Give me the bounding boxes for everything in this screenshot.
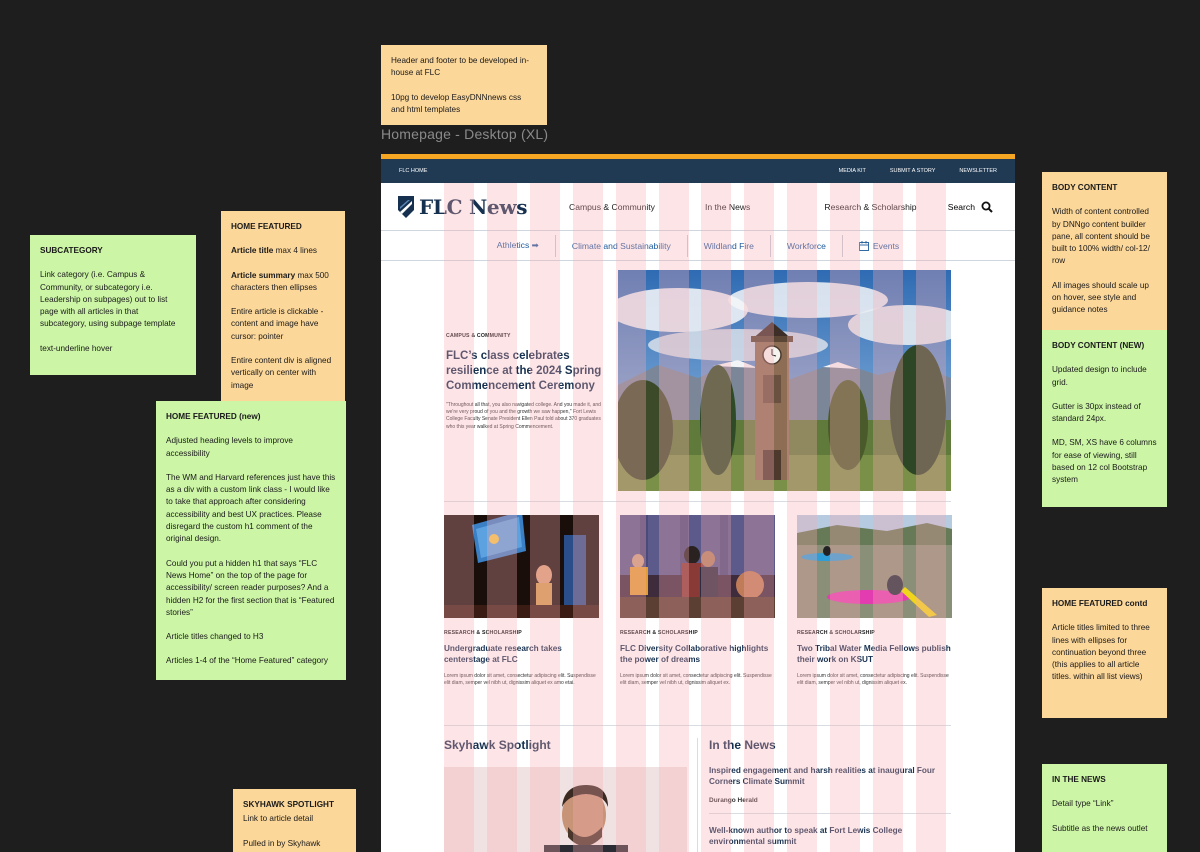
grid-column (744, 183, 775, 852)
note-home-featured: HOME FEATURED Article title max 4 lines … (221, 211, 345, 401)
note-subcategory: SUBCATEGORY Link category (i.e. Campus &… (30, 235, 196, 375)
utility-link-media-kit[interactable]: MEDIA KIT (839, 168, 866, 174)
grid-column (830, 183, 861, 852)
grid-column (701, 183, 732, 852)
utility-link-newsletter[interactable]: NEWSLETTER (959, 168, 997, 174)
frame-label: Homepage - Desktop (XL) (381, 126, 549, 142)
grid-column (787, 183, 818, 852)
grid-column (873, 183, 903, 852)
utility-link-home[interactable]: FLC HOME (399, 168, 427, 174)
grid-column (529, 183, 560, 852)
grid-column (572, 183, 603, 852)
grid-column (444, 183, 474, 852)
note-home-featured-contd: HOME FEATURED contd Article titles limit… (1042, 588, 1167, 718)
grid-column (915, 183, 946, 852)
homepage-frame: FLC HOME MEDIA KIT SUBMIT A STORY NEWSLE… (381, 154, 1015, 852)
flc-shield-icon (398, 195, 414, 218)
grid-column (658, 183, 689, 852)
note-header-footer: Header and footer to be developed in-hou… (381, 45, 547, 125)
search-button[interactable]: Search (948, 201, 993, 213)
calendar-icon (858, 240, 869, 251)
note-skyhawk-spotlight: SKYHAWK SPOTLIGHT Link to article detail… (233, 789, 356, 852)
note-in-the-news: IN THE NEWS Detail type “Link” Subtitle … (1042, 764, 1167, 852)
note-body-content: BODY CONTENT Width of content controlled… (1042, 172, 1167, 330)
grid-column (486, 183, 517, 852)
utility-link-submit-story[interactable]: SUBMIT A STORY (890, 168, 936, 174)
note-body-content-new: BODY CONTENT (NEW) Updated design to inc… (1042, 330, 1167, 507)
utility-bar: FLC HOME MEDIA KIT SUBMIT A STORY NEWSLE… (381, 159, 1015, 183)
note-home-featured-new: HOME FEATURED (new) Adjusted heading lev… (156, 401, 346, 680)
grid-column (615, 183, 646, 852)
skyhawk-spotlight-image[interactable] (444, 767, 687, 852)
search-icon (981, 201, 993, 213)
search-label: Search (947, 201, 975, 212)
column-divider (697, 738, 698, 852)
